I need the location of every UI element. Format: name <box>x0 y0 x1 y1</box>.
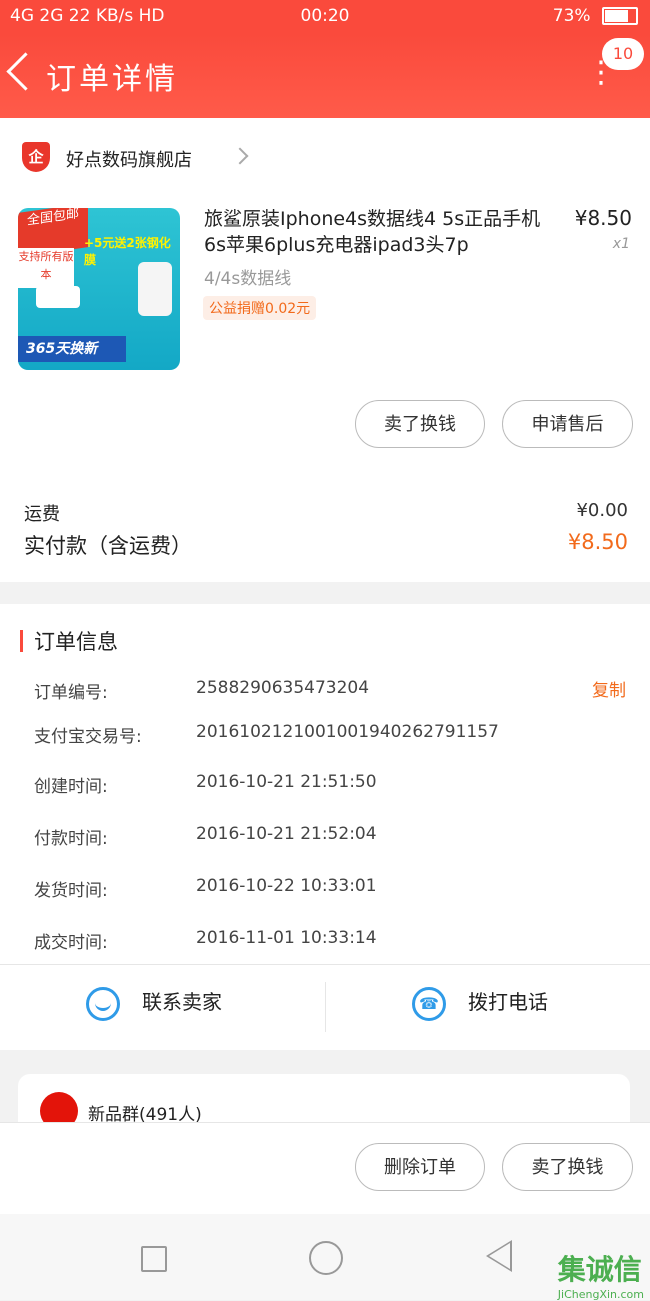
created-time-label: 创建时间: <box>34 777 108 797</box>
alipay-number-value: 2016102121001001940262791157 <box>196 722 499 742</box>
order-info-card: 订单信息 复制 订单编号: 2588290635473204 支付宝交易号: 2… <box>0 604 650 1050</box>
usb-plug-image <box>138 262 172 316</box>
battery-indicator: 73% <box>553 6 638 26</box>
watermark-sub: JiChengXin.com <box>557 1288 644 1301</box>
after-sale-button[interactable]: 申请售后 <box>502 400 633 448</box>
shop-name[interactable]: 好点数码旗舰店 <box>66 146 192 172</box>
created-time-value: 2016-10-21 21:51:50 <box>196 772 377 792</box>
battery-icon <box>602 7 638 25</box>
shop-badge-icon: 企 <box>22 142 50 172</box>
call-button[interactable]: ☎ 拨打电话 <box>412 986 548 1021</box>
donation-badge: 公益捐赠0.02元 <box>203 296 317 320</box>
product-quantity: x1 <box>612 236 630 252</box>
thumb-badge-versions: 支持所有版本 <box>18 248 74 288</box>
contact-seller-label: 联系卖家 <box>142 990 222 1014</box>
alipay-number-label: 支付宝交易号: <box>34 727 142 747</box>
divider <box>0 964 650 965</box>
section-accent <box>20 630 23 652</box>
back-icon[interactable] <box>6 52 45 91</box>
shipping-label: 运费 <box>24 504 60 525</box>
battery-percent: 73% <box>552 6 591 26</box>
shipped-time-value: 2016-10-22 10:33:01 <box>196 876 377 896</box>
product-price: ¥8.50 <box>574 206 632 230</box>
chevron-right-icon[interactable] <box>231 147 249 165</box>
paid-time-value: 2016-10-21 21:52:04 <box>196 824 377 844</box>
recent-apps-icon[interactable] <box>141 1246 167 1272</box>
order-number-value: 2588290635473204 <box>196 678 370 698</box>
contact-seller-button[interactable]: 联系卖家 <box>86 986 222 1021</box>
status-bar: 4G 2G 22 KB/s HD 00:20 73% <box>0 0 650 34</box>
order-item-card: 企 好点数码旗舰店 全国包邮 支持所有版本 +5元送2张钢化膜 365天换新 旅… <box>0 118 650 582</box>
sell-button-bottom[interactable]: 卖了换钱 <box>502 1143 633 1191</box>
copy-button[interactable]: 复制 <box>592 676 626 701</box>
vertical-divider <box>325 982 326 1032</box>
completed-time-value: 2016-11-01 10:33:14 <box>196 928 377 948</box>
delete-order-button[interactable]: 删除订单 <box>355 1143 485 1191</box>
cable-image <box>36 286 80 308</box>
shipped-time-label: 发货时间: <box>34 881 108 901</box>
paid-time-label: 付款时间: <box>34 829 108 849</box>
paid-value: ¥8.50 <box>567 530 628 554</box>
product-variant: 4/4s数据线 <box>204 269 292 289</box>
watermark-main: 集诚信 <box>557 1253 642 1286</box>
thumb-strip: 365天换新 <box>18 336 126 362</box>
home-icon[interactable] <box>309 1241 343 1275</box>
order-info-title: 订单信息 <box>34 630 118 654</box>
phone-icon: ☎ <box>412 986 446 1021</box>
product-title[interactable]: 旅鲨原装Iphone4s数据线4 5s正品手机6s苹果6plus充电器ipad3… <box>204 206 544 258</box>
page-title: 订单详情 <box>46 62 178 97</box>
sell-button[interactable]: 卖了换钱 <box>355 400 485 448</box>
shipping-value: ¥0.00 <box>576 500 628 521</box>
call-label: 拨打电话 <box>468 990 548 1014</box>
bottom-action-bar: 删除订单 卖了换钱 <box>0 1122 650 1215</box>
watermark-logo: 集诚信 JiChengXin.com <box>558 1248 644 1301</box>
nav-bar: 订单详情 10 ⋮ <box>0 34 650 118</box>
more-icon[interactable]: ⋮ <box>586 58 616 88</box>
completed-time-label: 成交时间: <box>34 933 108 953</box>
system-nav-bar <box>0 1214 650 1300</box>
product-thumbnail[interactable]: 全国包邮 支持所有版本 +5元送2张钢化膜 365天换新 <box>18 208 180 370</box>
order-number-label: 订单编号: <box>34 683 108 703</box>
back-triangle-icon[interactable] <box>486 1240 512 1272</box>
paid-label: 实付款（含运费） <box>24 534 192 558</box>
chat-icon <box>86 986 120 1021</box>
